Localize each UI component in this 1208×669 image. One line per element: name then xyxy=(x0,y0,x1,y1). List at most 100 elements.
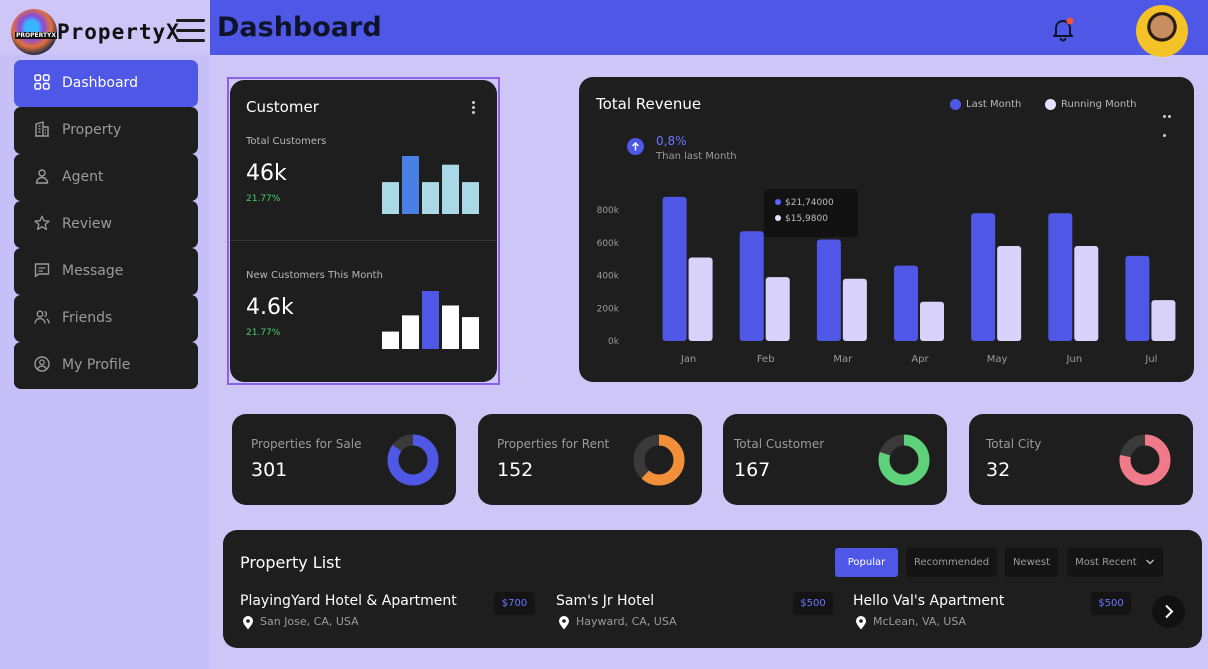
property-location: Hayward, CA, USA xyxy=(576,615,677,628)
tooltip-row-last: $21,74000 xyxy=(775,198,834,208)
page-title: Dashboard xyxy=(217,12,382,43)
chart-tooltip: $21,74000 $15,9800 xyxy=(764,189,858,237)
mini-bar xyxy=(442,164,459,214)
total-customers-value: 46k xyxy=(246,161,287,186)
sidebar-item-label: Message xyxy=(62,263,124,279)
stat-card-total-customer[interactable]: Total Customer 167 xyxy=(723,414,947,505)
bar-may-running-month[interactable] xyxy=(997,246,1022,341)
bar-jul-running-month[interactable] xyxy=(1151,300,1176,341)
user-avatar[interactable] xyxy=(1136,5,1188,57)
property-name[interactable]: Sam's Jr Hotel xyxy=(556,593,654,609)
grid-icon xyxy=(34,74,50,90)
bar-mar-last-month[interactable] xyxy=(816,239,841,341)
mini-bar xyxy=(382,331,399,349)
bar-feb-running-month[interactable] xyxy=(765,277,790,341)
sidebar-item-message[interactable]: Message xyxy=(14,248,198,295)
mini-bar xyxy=(462,317,479,349)
customer-card-title: Customer xyxy=(246,98,319,116)
total-customers-label: Total Customers xyxy=(246,136,327,147)
logo-text: PROPERTYX xyxy=(15,32,58,39)
next-page-button[interactable] xyxy=(1152,595,1185,628)
x-tick-label: Jan xyxy=(680,354,696,365)
bar-jun-running-month[interactable] xyxy=(1074,246,1099,341)
donut-chart xyxy=(633,434,685,486)
bar-jan-last-month[interactable] xyxy=(662,196,687,341)
y-tick-label: 400k xyxy=(597,272,620,282)
stat-label: Properties for Sale xyxy=(251,437,362,451)
brand-name: PropertyX xyxy=(57,20,180,44)
donut-chart xyxy=(387,434,439,486)
bar-may-last-month[interactable] xyxy=(971,213,996,341)
location-pin-icon xyxy=(243,616,253,630)
mini-bar xyxy=(422,182,439,214)
total-customers-change: 21.77% xyxy=(246,194,281,204)
property-name[interactable]: PlayingYard Hotel & Apartment xyxy=(240,593,457,609)
notification-bell-icon[interactable] xyxy=(1050,16,1076,42)
star-icon xyxy=(34,215,50,231)
building-icon xyxy=(35,121,49,137)
filter-newest[interactable]: Newest xyxy=(1005,548,1058,577)
logo-icon[interactable]: PROPERTYX xyxy=(11,9,58,55)
stat-label: Properties for Rent xyxy=(497,437,610,451)
hamburger-menu-icon[interactable] xyxy=(176,19,205,43)
mini-bar xyxy=(442,305,459,349)
more-options-icon[interactable] xyxy=(472,101,476,116)
bar-apr-running-month[interactable] xyxy=(920,301,944,341)
sidebar-item-label: My Profile xyxy=(62,357,131,373)
divider xyxy=(230,240,497,241)
sidebar-item-review[interactable]: Review xyxy=(14,201,198,248)
sidebar-item-label: Friends xyxy=(62,310,113,326)
x-tick-label: Apr xyxy=(911,354,929,365)
sidebar-item-label: Agent xyxy=(62,169,104,185)
property-list-card: Property List Popular Recommended Newest… xyxy=(223,530,1202,648)
filter-recommended[interactable]: Recommended xyxy=(906,548,997,577)
chevron-down-icon xyxy=(1145,559,1154,565)
bar-jun-last-month[interactable] xyxy=(1048,213,1073,341)
location-pin-icon xyxy=(856,616,866,630)
property-location: McLean, VA, USA xyxy=(873,615,967,628)
donut-chart xyxy=(1119,434,1171,486)
stat-value: 301 xyxy=(251,459,288,481)
property-location: San Jose, CA, USA xyxy=(260,615,359,628)
total-customers-mini-chart xyxy=(382,156,479,214)
bar-mar-running-month[interactable] xyxy=(842,278,867,341)
mini-bar xyxy=(422,291,439,349)
x-tick-label: Feb xyxy=(757,354,775,365)
bar-jul-last-month[interactable] xyxy=(1125,255,1150,341)
stat-card-properties-for-rent[interactable]: Properties for Rent 152 xyxy=(478,414,702,505)
new-customers-mini-chart xyxy=(382,291,479,349)
tooltip-row-running: $15,9800 xyxy=(775,214,828,224)
stat-card-properties-for-sale[interactable]: Properties for Sale 301 xyxy=(232,414,456,505)
y-tick-label: 800k xyxy=(597,206,620,216)
sidebar-item-dashboard[interactable]: Dashboard xyxy=(14,60,198,107)
bar-jan-running-month[interactable] xyxy=(688,257,713,341)
message-icon xyxy=(34,263,50,278)
x-tick-label: May xyxy=(987,354,1008,365)
filter-popular[interactable]: Popular xyxy=(835,548,898,577)
new-customers-value: 4.6k xyxy=(246,295,294,320)
bar-feb-last-month[interactable] xyxy=(739,231,764,341)
stat-value: 152 xyxy=(497,459,534,481)
sidebar-item-agent[interactable]: Agent xyxy=(14,154,198,201)
x-tick-label: Jul xyxy=(1144,354,1157,365)
property-name[interactable]: Hello Val's Apartment xyxy=(853,593,1004,609)
users-icon xyxy=(34,310,50,324)
stat-label: Total City xyxy=(986,437,1042,451)
bar-apr-last-month[interactable] xyxy=(894,265,918,341)
sidebar-item-property[interactable]: Property xyxy=(14,107,198,154)
property-list-title: Property List xyxy=(240,553,341,572)
filter-most-recent[interactable]: Most Recent xyxy=(1067,548,1163,577)
mini-bar xyxy=(402,315,419,349)
filter-most-recent-label: Most Recent xyxy=(1075,557,1137,568)
sidebar-item-label: Property xyxy=(62,122,122,138)
stat-card-total-city[interactable]: Total City 32 xyxy=(969,414,1193,505)
sidebar-item-label: Dashboard xyxy=(62,75,138,91)
stat-label: Total Customer xyxy=(734,437,825,451)
location-pin-icon xyxy=(559,616,569,630)
stat-value: 32 xyxy=(986,459,1011,481)
donut-chart xyxy=(878,434,930,486)
sidebar-item-friends[interactable]: Friends xyxy=(14,295,198,342)
customer-card[interactable]: Customer Total Customers 46k 21.77% New … xyxy=(230,80,497,382)
sidebar-item-my-profile[interactable]: My Profile xyxy=(14,342,198,389)
chevron-right-icon xyxy=(1165,604,1174,619)
